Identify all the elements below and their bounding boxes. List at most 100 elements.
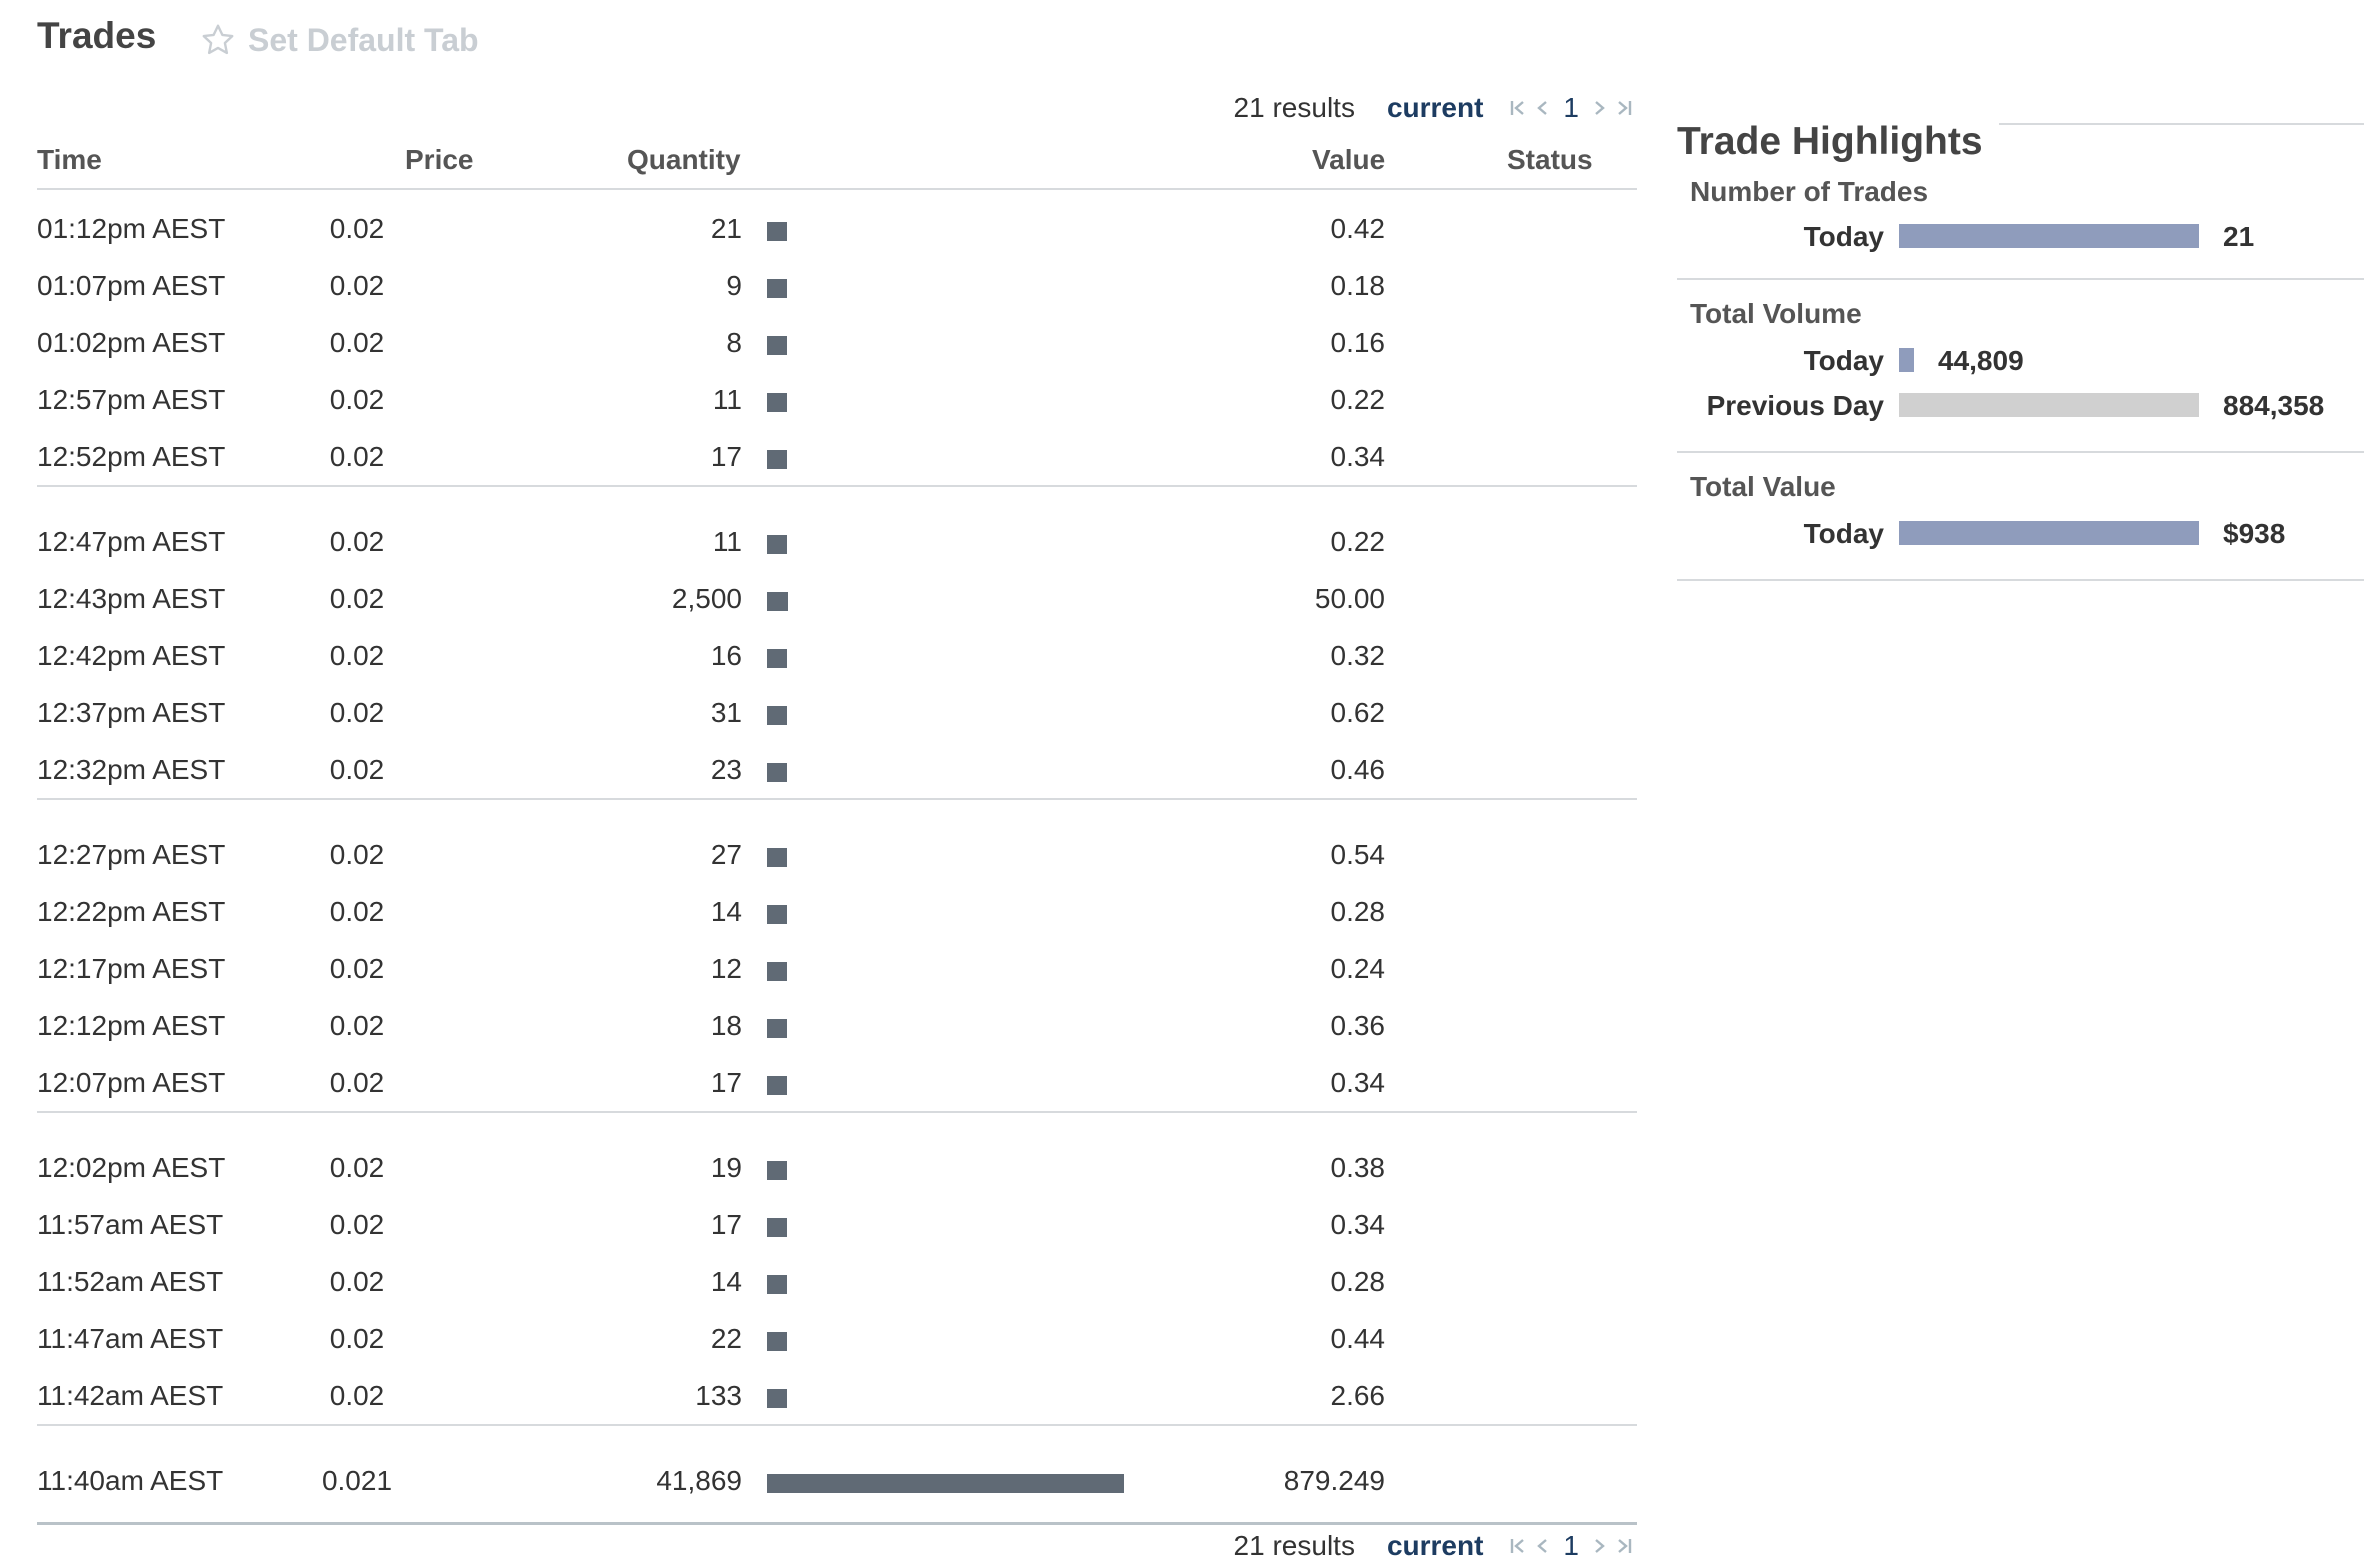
trade-time: 12:52pm AEST [37, 441, 226, 472]
next-page-icon[interactable] [1592, 1536, 1608, 1556]
trade-quantity: 22 [710, 1323, 742, 1354]
quantity-bar [767, 1275, 787, 1294]
table-row: 12:02pm AEST 0.02 19 0.38 [37, 1139, 1637, 1196]
table-row: 12:43pm AEST 0.02 2,500 50.00 [37, 570, 1637, 627]
table-row: 11:42am AEST 0.02 133 2.66 [37, 1367, 1637, 1426]
trade-quantity: 17 [710, 1067, 742, 1098]
volume-previous-bar [1899, 393, 2199, 417]
quantity-bar [767, 649, 787, 668]
trade-time: 12:57pm AEST [37, 384, 226, 415]
col-time-header[interactable]: Time [37, 144, 102, 176]
trade-value: 879.249 [1283, 1465, 1385, 1496]
page-number[interactable]: 1 [1563, 1530, 1579, 1562]
trades-table: Time Price Quantity Value Status 01:12pm… [37, 134, 1637, 1515]
quantity-bar [767, 905, 787, 924]
trade-price: 0.02 [329, 1067, 385, 1098]
trade-time: 12:42pm AEST [37, 640, 226, 671]
trades-today-bar [1899, 224, 2199, 248]
trade-price: 0.02 [329, 953, 385, 984]
trade-price: 0.02 [329, 1380, 385, 1411]
trade-value: 0.18 [1330, 270, 1386, 301]
quantity-bar [767, 279, 787, 298]
trade-value: 0.28 [1330, 896, 1386, 927]
current-link[interactable]: current [1387, 1530, 1483, 1562]
results-count: 21 results [1233, 92, 1355, 123]
table-row: 12:27pm AEST 0.02 27 0.54 [37, 826, 1637, 883]
trade-value: 2.66 [1330, 1380, 1386, 1411]
trade-quantity: 19 [710, 1152, 742, 1183]
quantity-bar [767, 1019, 787, 1038]
quantity-bar [767, 848, 787, 867]
trade-highlights-title: Trade Highlights [1677, 120, 1983, 163]
page-number[interactable]: 1 [1563, 92, 1579, 124]
trade-value: 0.24 [1330, 953, 1386, 984]
table-row: 11:57am AEST 0.02 17 0.34 [37, 1196, 1637, 1253]
page-title: Trades [37, 15, 157, 56]
trade-value: 0.22 [1330, 384, 1386, 415]
table-row: 11:40am AEST 0.021 41,869 879.249 [37, 1452, 1637, 1509]
trade-price: 0.02 [329, 697, 385, 728]
section-title: Number of Trades [1690, 176, 1929, 207]
pager-top: 21 results current 1 [1100, 88, 1637, 128]
table-row: 01:07pm AEST 0.02 9 0.18 [37, 257, 1637, 314]
table-body: 01:12pm AEST 0.02 21 0.42 01:07pm AEST 0.02 9 0… [37, 200, 1637, 1515]
table-row: 12:32pm AEST 0.02 23 0.46 [37, 741, 1637, 800]
table-row: 12:12pm AEST 0.02 18 0.36 [37, 997, 1637, 1054]
volume-today-row: Today 44,809 [1677, 340, 2364, 380]
trade-price: 0.02 [329, 384, 385, 415]
prev-page-icon[interactable] [1534, 98, 1550, 118]
volume-today-value: 44,809 [1938, 345, 2024, 376]
set-default-tab-button[interactable]: Set Default Tab [200, 20, 479, 60]
col-price-header[interactable]: Price [405, 144, 474, 176]
trade-time: 12:22pm AEST [37, 896, 226, 927]
value-today-bar [1899, 521, 2199, 545]
quantity-bar [767, 1332, 787, 1351]
prev-page-icon[interactable] [1534, 1536, 1550, 1556]
trade-price: 0.02 [329, 1010, 385, 1041]
table-row: 12:47pm AEST 0.02 11 0.22 [37, 513, 1637, 570]
trade-value: 0.38 [1330, 1152, 1386, 1183]
trades-today-row: Today 21 [1677, 216, 2364, 256]
trade-quantity: 11 [712, 526, 742, 557]
trade-value: 0.22 [1330, 526, 1386, 557]
col-quantity-header[interactable]: Quantity [627, 144, 741, 176]
trade-value: 0.46 [1330, 754, 1386, 785]
trade-price: 0.021 [321, 1465, 393, 1496]
first-page-icon[interactable] [1508, 1536, 1528, 1556]
next-page-icon[interactable] [1592, 98, 1608, 118]
trade-price: 0.02 [329, 327, 385, 358]
last-page-icon[interactable] [1614, 98, 1634, 118]
trade-value: 0.34 [1330, 1209, 1386, 1240]
first-page-icon[interactable] [1508, 98, 1528, 118]
col-value-header[interactable]: Value [1312, 144, 1385, 176]
table-row: 12:17pm AEST 0.02 12 0.24 [37, 940, 1637, 997]
trade-time: 11:57am AEST [37, 1209, 224, 1240]
trade-price: 0.02 [329, 441, 385, 472]
table-row: 12:57pm AEST 0.02 11 0.22 [37, 371, 1637, 428]
current-link[interactable]: current [1387, 92, 1483, 124]
trade-time: 12:02pm AEST [37, 1152, 226, 1183]
trade-price: 0.02 [329, 754, 385, 785]
results-count: 21 results [1233, 1530, 1355, 1561]
table-row: 11:52am AEST 0.02 14 0.28 [37, 1253, 1637, 1310]
trade-time: 12:12pm AEST [37, 1010, 226, 1041]
trade-value: 0.16 [1330, 327, 1386, 358]
value-today-value: $938 [2223, 518, 2286, 549]
volume-today-bar [1899, 348, 1914, 372]
last-page-icon[interactable] [1614, 1536, 1634, 1556]
trade-time: 12:32pm AEST [37, 754, 226, 785]
col-status-header[interactable]: Status [1507, 144, 1593, 176]
trade-quantity: 17 [710, 441, 742, 472]
trade-time: 12:27pm AEST [37, 839, 226, 870]
table-row: 01:12pm AEST 0.02 21 0.42 [37, 200, 1637, 257]
trade-price: 0.02 [329, 213, 385, 244]
trade-time: 12:43pm AEST [37, 583, 226, 614]
trade-price: 0.02 [329, 1323, 385, 1354]
total-volume-section: Total Volume Today 44,809 Previous Day 8… [1677, 278, 2364, 453]
trade-value: 0.28 [1330, 1266, 1386, 1297]
quantity-bar [767, 706, 787, 725]
trade-value: 0.34 [1330, 441, 1386, 472]
star-icon [200, 22, 236, 58]
trade-quantity: 9 [726, 270, 742, 301]
trade-value: 0.62 [1330, 697, 1386, 728]
